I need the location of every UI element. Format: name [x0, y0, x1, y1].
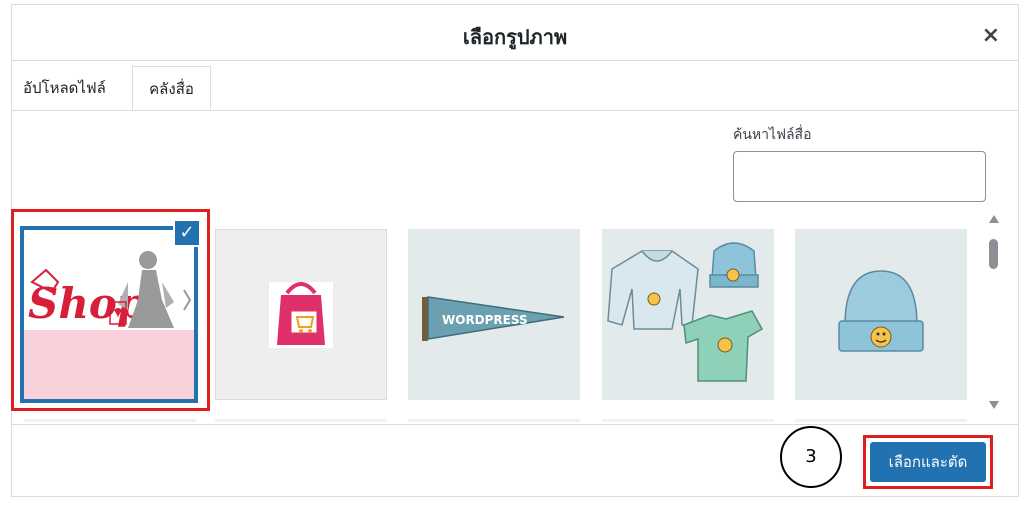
svg-text:WORDPRESS: WORDPRESS — [442, 313, 528, 327]
search-input[interactable] — [733, 151, 986, 202]
media-row-hint — [795, 419, 967, 422]
modal-title: เลือกรูปภาพ — [462, 25, 568, 49]
media-row-hint — [602, 419, 774, 422]
step-number-annotation: 3 — [780, 426, 842, 488]
media-item-wordpress-pennant[interactable]: WORDPRESS — [408, 229, 580, 400]
media-scrollbar[interactable] — [987, 215, 1001, 415]
media-row-hint — [215, 419, 387, 422]
clothing-image — [607, 242, 764, 382]
shop-bag-image — [269, 282, 333, 348]
tab-media-library[interactable]: คลังสื่อ — [132, 66, 211, 110]
pennant-image: WORDPRESS — [422, 296, 565, 341]
select-and-crop-button[interactable]: เลือกและตัด — [870, 442, 986, 482]
media-item-beanie[interactable] — [795, 229, 967, 400]
scroll-down-icon[interactable] — [989, 401, 999, 409]
scroll-thumb[interactable] — [989, 239, 998, 269]
header-divider — [12, 60, 1018, 61]
beanie-image — [838, 270, 924, 352]
media-row-hint — [408, 419, 580, 422]
close-icon[interactable]: × — [982, 25, 1000, 47]
selected-check-icon[interactable]: ✓ — [173, 219, 201, 247]
search-label: ค้นหาไฟล์สื่อ — [733, 127, 812, 143]
media-item-hoodie-beanie-tshirt[interactable] — [602, 229, 774, 400]
media-item-shop-bag-logo[interactable] — [215, 229, 387, 400]
tabs-divider — [12, 110, 1018, 111]
media-row-hint — [24, 419, 196, 422]
scroll-up-icon[interactable] — [989, 215, 999, 223]
tab-upload-files[interactable]: อัปโหลดไฟล์ — [23, 66, 106, 110]
footer-divider — [12, 424, 1018, 425]
